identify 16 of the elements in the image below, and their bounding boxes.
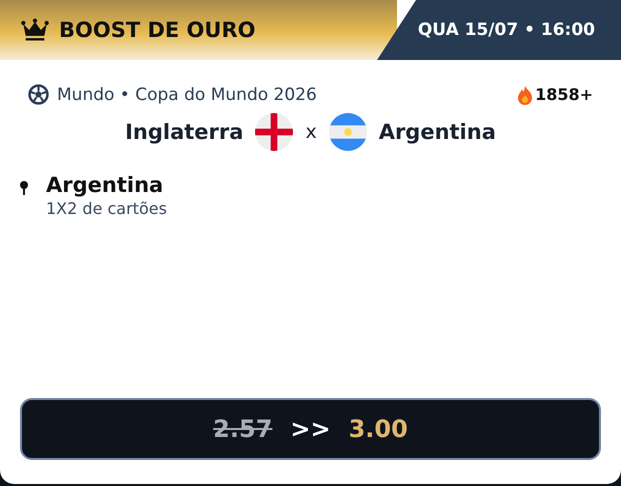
selection-name: Argentina: [46, 173, 164, 197]
england-flag-icon: [255, 113, 294, 151]
odds-button[interactable]: 2.57 >> 3.00: [20, 398, 601, 460]
soccer-ball-icon: [28, 84, 49, 105]
match-datetime: QUA 15/07 • 16:00: [418, 20, 595, 40]
versus-label: x: [305, 121, 317, 143]
boost-title: BOOST DE OURO: [59, 18, 256, 42]
pin-icon: [20, 181, 28, 195]
argentina-flag-icon: [328, 113, 367, 151]
home-team: Inglaterra: [125, 120, 244, 144]
popularity-count: 1858+: [535, 85, 593, 104]
flame-icon: [517, 84, 534, 104]
market-label: 1X2 de cartões: [46, 199, 167, 218]
crown-icon: [21, 18, 49, 42]
away-team: Argentina: [378, 120, 496, 144]
competition-label: Mundo • Copa do Mundo 2026: [57, 84, 317, 104]
